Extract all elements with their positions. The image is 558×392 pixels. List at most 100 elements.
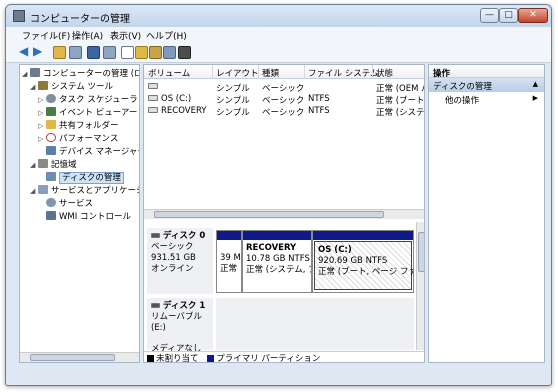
column-header-status[interactable]: 状態 (376, 67, 393, 79)
disk-1-type: リムーバブル (E:) (151, 312, 202, 333)
check-icon[interactable] (149, 46, 162, 59)
title-bar[interactable]: コンピューターの管理 — □ ✕ (6, 5, 551, 27)
submenu-arrow-icon: ▶ (532, 94, 538, 102)
volume-list-horizontal-scrollbar[interactable] (144, 209, 424, 219)
partition-recovery[interactable]: RECOVERY 10.78 GB NTFS 正常 (システム, ア (242, 230, 312, 293)
window-title: コンピューターの管理 (30, 14, 130, 25)
search-icon[interactable] (163, 46, 176, 59)
scrollbar-thumb[interactable] (418, 232, 424, 272)
scrollbar-thumb[interactable] (30, 354, 115, 361)
expand-icon[interactable]: ▷ (38, 133, 46, 145)
open-folder-icon[interactable] (135, 46, 148, 59)
tree-item-wmi-control[interactable]: WMI コントロール (46, 211, 131, 223)
up-folder-icon[interactable] (53, 46, 66, 59)
removable-disk-icon (151, 303, 160, 308)
services-icon (46, 198, 56, 207)
expand-icon[interactable]: ▷ (38, 120, 46, 132)
toolbar: ◀ ▶ (6, 43, 551, 63)
partition-os-c[interactable]: OS (C:) 920.69 GB NTFS 正常 (ブート, ページ ファイ (312, 230, 414, 293)
column-header-layout[interactable]: レイアウト (216, 67, 259, 79)
volume-row[interactable]: OS (C:) シンプル ベーシック NTFS 正常 (ブート, (144, 94, 424, 106)
tree-item-storage[interactable]: ◢ 記憶域 (30, 159, 77, 171)
volume-list-header: ボリューム レイアウト 種類 ファイル システム 状態 (144, 65, 424, 79)
disk-management-icon (46, 172, 56, 181)
disk-0-info[interactable]: ディスク 0 ベーシック 931.51 GB オンライン (147, 228, 213, 294)
computer-management-icon (30, 68, 40, 77)
services-apps-icon (38, 185, 48, 194)
tree-item-computer-management[interactable]: ◢コンピューターの管理 (ローカ (22, 68, 139, 80)
performance-icon (46, 133, 56, 142)
disk-graphical-view: ディスク 0 ベーシック 931.51 GB オンライン 39 M 正常 REC… (144, 220, 424, 354)
disk-0-size: 931.51 GB (151, 253, 196, 263)
navigation-tree: ◢コンピューターの管理 (ローカ ◢システム ツール ▷タスク スケジューラ ▷… (19, 64, 140, 363)
close-button[interactable]: ✕ (518, 8, 548, 23)
partition-oem[interactable]: 39 M 正常 (216, 230, 242, 293)
actions-header: 操作 (429, 65, 544, 79)
tree-item-task-scheduler[interactable]: ▷ タスク スケジューラ (38, 94, 138, 106)
tree-item-system-tools[interactable]: ◢ システム ツール (30, 81, 113, 93)
menu-bar: ファイル(F) 操作(A) 表示(V) ヘルプ(H) (6, 27, 551, 43)
forward-arrow-icon[interactable]: ▶ (33, 45, 46, 59)
show-hide-tree-icon[interactable] (69, 46, 82, 59)
scrollbar-thumb[interactable] (154, 211, 384, 218)
disk-0-type: ベーシック (151, 242, 194, 252)
volume-row[interactable]: シンプル ベーシック 正常 (OEM パ (144, 82, 424, 94)
unallocated-swatch (147, 355, 154, 362)
settings-icon[interactable] (178, 46, 191, 59)
actions-pane: 操作 ディスクの管理 ▲ 他の操作 ▶ (428, 64, 545, 363)
disk-1-info[interactable]: ディスク 1 リムーバブル (E:) メディアなし (147, 298, 213, 354)
drive-icon (148, 95, 158, 101)
collapse-caret-icon[interactable]: ▲ (533, 80, 538, 88)
tree-item-event-viewer[interactable]: ▷ イベント ビューアー (38, 107, 137, 119)
tree-item-shared-folders[interactable]: ▷ 共有フォルダー (38, 120, 119, 132)
tree-item-performance[interactable]: ▷ パフォーマンス (38, 133, 118, 145)
tree-item-services-applications[interactable]: ◢サービスとアプリケーション (30, 185, 139, 197)
primary-partition-swatch (207, 355, 215, 362)
maximize-button[interactable]: □ (499, 8, 518, 23)
collapse-icon[interactable]: ◢ (30, 81, 38, 93)
disk-0-status: オンライン (151, 264, 194, 274)
disk-1-empty-area (216, 298, 414, 350)
column-header-volume[interactable]: ボリューム (148, 67, 190, 79)
hard-disk-icon (151, 233, 160, 238)
computer-management-window: コンピューターの管理 — □ ✕ ファイル(F) 操作(A) 表示(V) ヘルプ… (5, 4, 552, 386)
shared-folder-icon (46, 120, 56, 129)
wmi-control-icon (46, 211, 56, 220)
back-arrow-icon[interactable]: ◀ (19, 45, 32, 59)
column-header-file-system[interactable]: ファイル システム (308, 67, 378, 79)
properties-icon[interactable] (121, 46, 134, 59)
task-scheduler-icon (46, 94, 56, 103)
tree-item-disk-management[interactable]: ディスクの管理 (46, 172, 124, 184)
app-icon (13, 10, 25, 22)
menu-file[interactable]: ファイル(F) (22, 29, 70, 42)
column-header-type[interactable]: 種類 (262, 67, 279, 79)
more-actions-item[interactable]: 他の操作 ▶ (429, 92, 544, 106)
tree-item-device-manager[interactable]: デバイス マネージャー (46, 146, 139, 158)
collapse-icon[interactable]: ◢ (30, 185, 38, 197)
show-hide-action-pane-icon[interactable] (103, 46, 116, 59)
menu-help[interactable]: ヘルプ(H) (146, 29, 187, 42)
tree-item-services[interactable]: サービス (46, 198, 93, 210)
disk-management-pane: ボリューム レイアウト 種類 ファイル システム 状態 シンプル ベーシック 正… (143, 64, 425, 363)
expand-icon[interactable]: ▷ (38, 107, 46, 119)
actions-section-disk-management[interactable]: ディスクの管理 ▲ (429, 78, 544, 92)
volume-row[interactable]: RECOVERY シンプル ベーシック NTFS 正常 (システム (144, 106, 424, 118)
storage-icon (38, 159, 48, 168)
graph-vertical-scrollbar[interactable] (416, 222, 424, 350)
disk-1-name: ディスク 1 (163, 301, 206, 311)
disk-0-name: ディスク 0 (163, 231, 206, 241)
device-manager-icon (46, 146, 56, 155)
collapse-icon[interactable]: ◢ (30, 159, 38, 171)
drive-icon (148, 107, 158, 113)
help-icon[interactable] (87, 46, 100, 59)
tree-horizontal-scrollbar[interactable] (20, 352, 139, 362)
expand-icon[interactable]: ▷ (38, 94, 46, 106)
menu-action[interactable]: 操作(A) (72, 29, 103, 42)
partition-legend: 未割り当て プライマリ パーティション (144, 351, 424, 362)
system-tools-icon (38, 81, 48, 90)
event-viewer-icon (46, 107, 56, 116)
minimize-button[interactable]: — (480, 8, 499, 23)
collapse-icon[interactable]: ◢ (22, 68, 30, 80)
drive-icon (148, 83, 158, 89)
menu-view[interactable]: 表示(V) (110, 29, 141, 42)
